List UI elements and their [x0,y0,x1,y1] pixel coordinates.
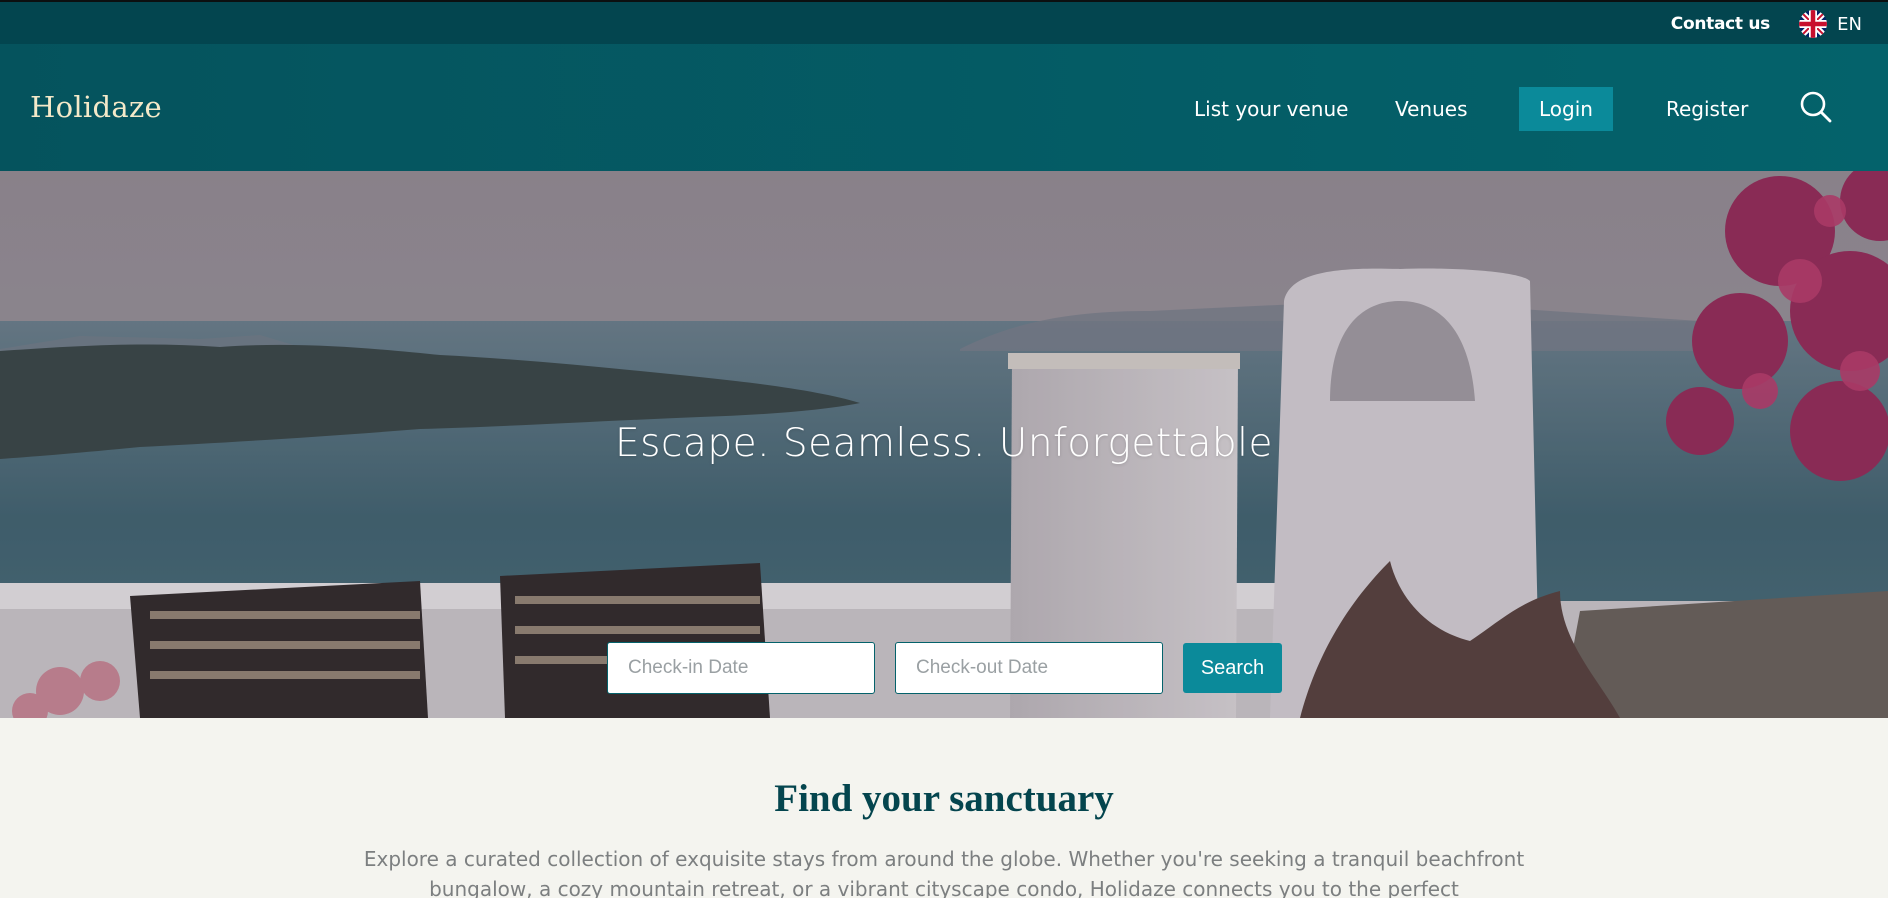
section-title: Find your sanctuary [774,777,1114,820]
language-selector[interactable]: EN [1799,10,1862,38]
holidaze-logo[interactable]: Holidaze [30,90,162,124]
nav-venues[interactable]: Venues [1375,87,1488,131]
checkout-date-input[interactable] [895,642,1163,694]
main-navbar: Holidaze List your venue Venues Login Re… [0,44,1888,171]
language-label: EN [1837,13,1862,35]
uk-flag-icon [1799,10,1828,38]
hero-title: Escape. Seamless. Unforgettable [615,421,1273,466]
nav-login-button[interactable]: Login [1519,87,1613,131]
section-description: Explore a curated collection of exquisit… [363,847,1525,898]
search-button[interactable]: Search [1183,643,1282,693]
top-utility-bar: Contact us EN [0,0,1888,44]
nav-list-your-venue[interactable]: List your venue [1174,87,1368,131]
checkin-date-input[interactable] [607,642,875,694]
nav-register[interactable]: Register [1646,87,1768,131]
contact-us-link[interactable]: Contact us [1671,14,1771,34]
search-icon[interactable] [1799,90,1833,124]
hero-banner: Escape. Seamless. Unforgettable Search [0,171,1888,718]
